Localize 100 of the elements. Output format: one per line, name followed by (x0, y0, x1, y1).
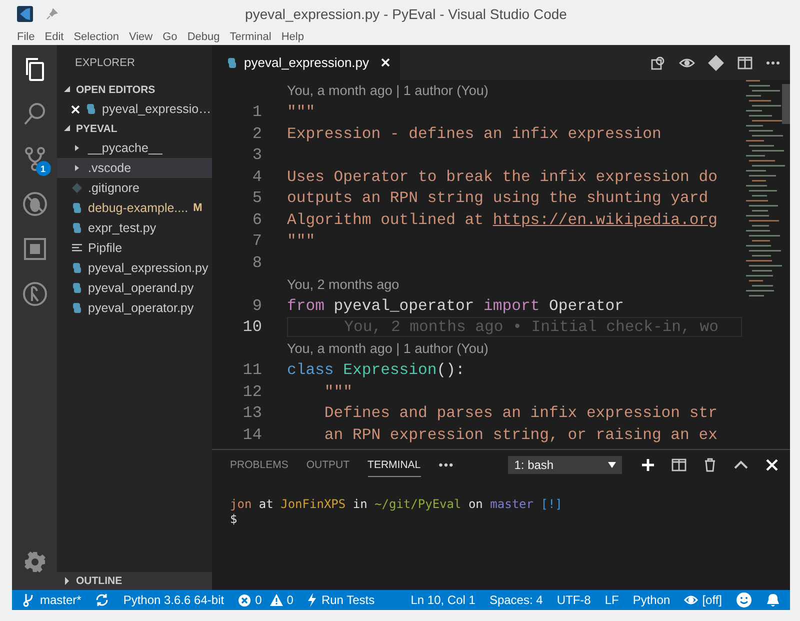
more-tabs-button[interactable]: ••• (438, 458, 454, 472)
status-item[interactable]: Spaces: 4 (489, 593, 543, 607)
no-bug-icon[interactable] (22, 191, 48, 217)
plus-icon[interactable] (640, 457, 656, 473)
code-line: """ (287, 102, 316, 122)
count-badge: 1 (36, 161, 50, 176)
git-history-icon[interactable] (22, 281, 48, 307)
line-number: 7 (251, 232, 262, 250)
code-line: Expression - defines an infix expression (287, 124, 662, 144)
file-tree-item[interactable]: debug-example.... M (57, 198, 212, 218)
line-number: 8 (251, 254, 262, 272)
compare-icon[interactable] (650, 54, 666, 70)
status-item[interactable]: Ln 10, Col 1 (410, 593, 476, 607)
editor-tab[interactable]: pyeval_expression.py (212, 45, 400, 80)
error-icon (238, 594, 252, 606)
close-icon[interactable] (381, 58, 390, 67)
file-tree-item[interactable]: .gitignore (57, 178, 212, 198)
smiley-icon[interactable] (736, 592, 752, 608)
caret-down-icon (608, 462, 616, 468)
terminal-line: jon at JonFinXPS in ~/git/PyEval on master [!] (230, 497, 564, 512)
python-file-icon (71, 262, 83, 274)
split-terminal-icon[interactable] (671, 457, 687, 473)
extensions-icon[interactable] (22, 236, 48, 262)
line-number: 6 (251, 210, 262, 229)
file-tree-item[interactable]: Pipfile (57, 238, 212, 258)
status-item[interactable]: Python 3.6.6 64-bit (123, 593, 224, 607)
python-file-icon (85, 103, 97, 115)
status-item[interactable]: Python (632, 593, 670, 607)
line-number: 2 (251, 124, 262, 143)
status-item[interactable]: [off] (684, 593, 722, 607)
git-diamond-icon[interactable] (708, 54, 724, 70)
code-line: Defines and parses an infix expression str (323, 403, 718, 424)
code-line: an RPN expression string, or raising an ex (323, 424, 718, 445)
bell-icon[interactable] (766, 592, 780, 608)
bolt-icon (307, 593, 318, 607)
settings-icon[interactable] (24, 551, 46, 573)
lines-icon (71, 242, 83, 254)
line-number: 5 (251, 189, 262, 208)
file-tree-item[interactable]: pyeval_operand.py (57, 278, 212, 298)
split-editor-icon[interactable] (737, 54, 753, 70)
status-item[interactable]: UTF-8 (556, 593, 591, 607)
file-tree-item[interactable]: pyeval_expression.py (57, 258, 212, 278)
code-line: from pyeval_operator import Operator (287, 296, 625, 316)
diamond-icon (71, 182, 83, 194)
line-number: 1 (251, 103, 262, 122)
trash-icon[interactable] (702, 457, 718, 473)
status-item[interactable]: master* (22, 593, 82, 607)
code-lens[interactable]: You, a month ago | 1 author (You) (287, 341, 488, 356)
more-icon[interactable] (766, 60, 780, 64)
status-item[interactable]: Run Tests (307, 593, 375, 607)
terminal-line: $ (230, 512, 238, 527)
menu-item[interactable]: View (128, 30, 154, 42)
python-file-icon (71, 222, 83, 234)
caret-right-icon (63, 577, 71, 585)
code-line: """ (287, 231, 316, 252)
file-tree-item[interactable]: pyeval_expressio… (57, 99, 212, 119)
code-lens[interactable]: You, a month ago | 1 author (You) (287, 83, 488, 98)
line-number: 4 (251, 168, 262, 186)
problems-status[interactable]: 0 0 (238, 593, 294, 607)
status-item[interactable]: LF (604, 593, 619, 607)
line-number: 3 (251, 146, 262, 164)
section-header[interactable]: PYEVAL (57, 119, 212, 138)
code-lens[interactable]: You, 2 months ago (287, 276, 400, 292)
file-tree-item[interactable]: .vscode (57, 158, 212, 178)
line-number: 11 (242, 361, 262, 380)
menu-item[interactable]: File (16, 30, 36, 42)
close-icon[interactable] (764, 457, 780, 473)
python-file-icon (71, 202, 83, 214)
code-line: Uses Operator to break the infix expression do (287, 166, 718, 187)
menu-item[interactable]: Go (162, 30, 178, 42)
menu-item[interactable]: Terminal (228, 30, 272, 42)
code-line: """ (323, 382, 354, 402)
line-number: 13 (242, 404, 262, 422)
search-icon[interactable] (22, 101, 48, 127)
warning-icon (270, 594, 283, 606)
window-title: pyeval_expression.py - PyEval - Visual Studio Code (244, 6, 568, 22)
close-icon[interactable] (71, 104, 80, 114)
panel-tab[interactable]: PROBLEMS (230, 453, 288, 477)
terminal-dropdown[interactable]: 1: bash (508, 456, 622, 474)
menu-item[interactable]: Selection (72, 30, 120, 42)
file-tree-item[interactable]: expr_test.py (57, 218, 212, 238)
line-number: 14 (242, 426, 262, 444)
section-header[interactable]: OUTLINE (57, 572, 212, 590)
python-file-icon (71, 282, 83, 294)
panel-tab[interactable]: OUTPUT (306, 453, 350, 477)
menu-item[interactable]: Debug (186, 30, 221, 42)
python-file-icon (226, 56, 238, 68)
line-number: 9 (251, 296, 262, 315)
file-tree-item[interactable]: __pycache__ (57, 138, 212, 158)
python-file-icon (71, 302, 83, 314)
code-line: class Expression(): (287, 360, 466, 380)
panel-tab[interactable]: TERMINAL (368, 453, 421, 477)
eye-icon (684, 593, 698, 607)
file-tree-item[interactable]: pyeval_operator.py (57, 298, 212, 318)
line-number: 12 (242, 382, 262, 401)
menu-item[interactable]: Help (280, 30, 305, 42)
sync-icon (95, 593, 110, 607)
caret-down-icon (63, 86, 71, 94)
menu-item[interactable]: Edit (44, 30, 65, 42)
section-header[interactable]: OPEN EDITORS (57, 80, 212, 99)
